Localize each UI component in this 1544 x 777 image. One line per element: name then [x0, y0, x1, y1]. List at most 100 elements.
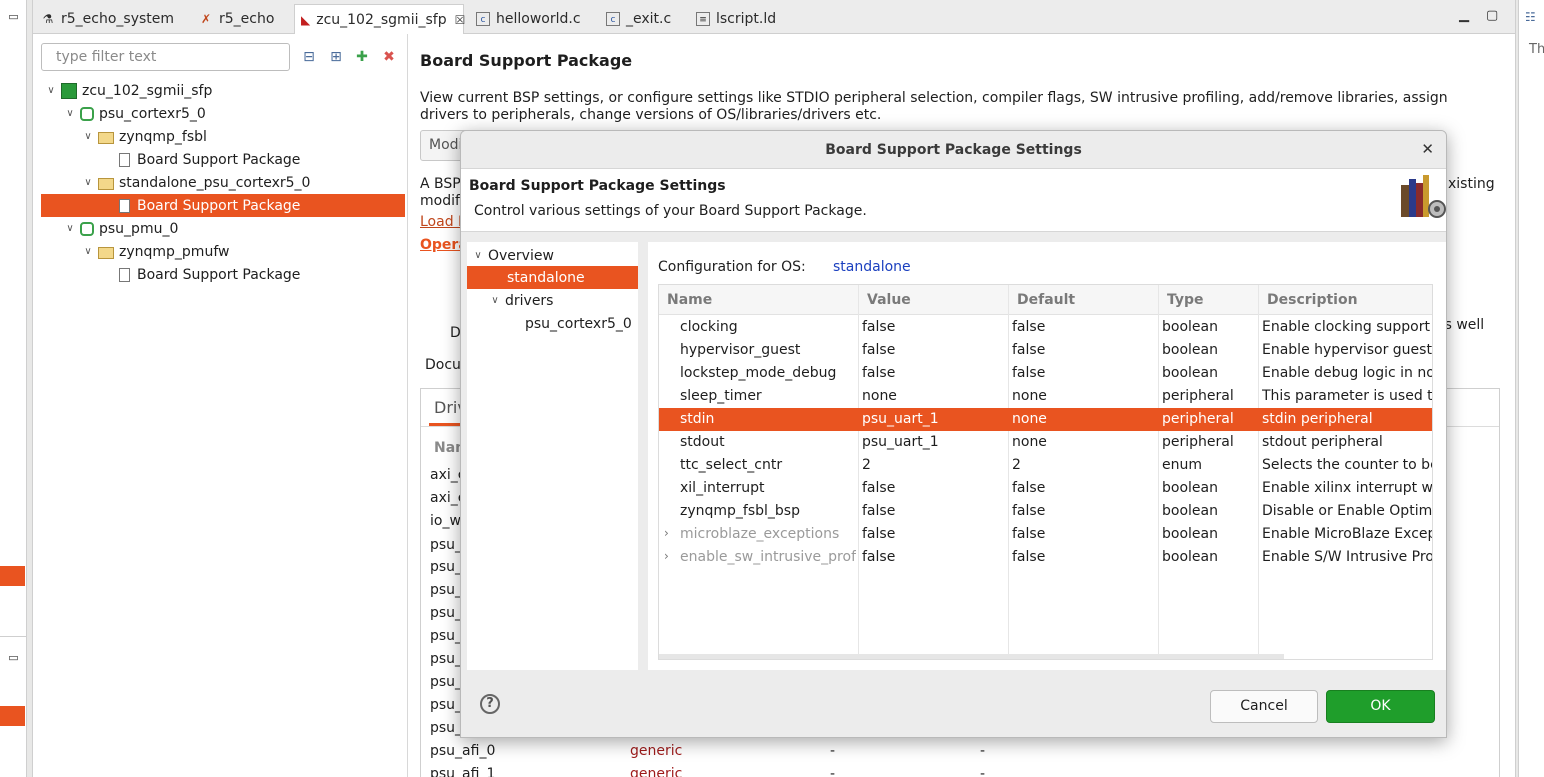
remove-icon[interactable]: ✖	[381, 49, 397, 65]
cell-value[interactable]: false	[862, 480, 1006, 496]
chevron-down-icon[interactable]: ∨	[63, 108, 77, 119]
cell-description: This parameter is used to	[1262, 388, 1432, 404]
cell-value[interactable]: psu_uart_1	[862, 434, 1006, 450]
page-title: Board Support Package	[420, 51, 633, 70]
cell-type: peripheral	[1162, 434, 1234, 450]
config-os-value: standalone	[833, 259, 911, 275]
chevron-right-icon[interactable]: ›	[664, 526, 669, 540]
cell-value[interactable]: false	[862, 526, 1006, 542]
chevron-down-icon[interactable]: ∨	[81, 246, 95, 257]
tree-node-cpu-pmu[interactable]: ∨ psu_pmu_0	[63, 217, 178, 240]
nav-driver-psu-cortexr5[interactable]: psu_cortexr5_0	[525, 312, 632, 335]
tab-helloworld-c[interactable]: c helloworld.c	[470, 4, 600, 34]
nav-standalone[interactable]: standalone	[467, 266, 638, 289]
outline-icon[interactable]: ☷	[1525, 10, 1536, 24]
documentation-label: Docu	[425, 357, 461, 373]
table-row[interactable]: sleep_timer none none peripheral This parame…	[659, 385, 1432, 408]
close-icon[interactable]: ☒	[455, 13, 466, 27]
table-row[interactable]: stdout psu_uart_1 none peripheral stdout per…	[659, 431, 1432, 454]
chevron-down-icon[interactable]: ∨	[63, 223, 77, 234]
cell-type: boolean	[1162, 365, 1218, 381]
expand-all-icon[interactable]: ⊞	[328, 49, 344, 65]
column-type[interactable]: Type	[1167, 292, 1204, 308]
nav-drivers[interactable]: ∨ drivers	[488, 289, 553, 312]
os-configuration-panel: Configuration for OS: standalone Name Va…	[648, 242, 1446, 670]
table-row[interactable]: › enable_sw_intrusive_profi false false bool…	[659, 546, 1432, 569]
table-row[interactable]: zynqmp_fsbl_bsp false false boolean Disable …	[659, 500, 1432, 523]
tree-node-bsp-fsbl[interactable]: Board Support Package	[117, 148, 300, 171]
cell-value[interactable]: false	[862, 319, 1006, 335]
cell-description: Enable debug logic in non-	[1262, 365, 1432, 381]
nav-label: Overview	[488, 247, 554, 264]
column-description[interactable]: Description	[1267, 292, 1358, 308]
cell-value[interactable]: false	[862, 549, 1006, 565]
add-icon[interactable]: ✚	[354, 49, 370, 65]
dialog-window-title: Board Support Package Settings	[825, 142, 1082, 158]
cell-value[interactable]: psu_uart_1	[862, 411, 1006, 427]
tree-node-bsp-standalone[interactable]: Board Support Package	[41, 194, 405, 217]
tab-zcu-102-sgmii-sfp[interactable]: ◣ zcu_102_sgmii_sfp ☒	[294, 4, 466, 34]
horizontal-scrollbar[interactable]	[659, 654, 1284, 659]
driver-row: psu_	[430, 559, 463, 575]
tree-node-platform[interactable]: ∨ zcu_102_sgmii_sfp	[44, 79, 212, 102]
cell-description: Enable clocking support	[1262, 319, 1430, 335]
table-row[interactable]: hypervisor_guest false false boolean Enable …	[659, 339, 1432, 362]
tab-r5-echo-system[interactable]: ⚗ r5_echo_system	[35, 4, 193, 34]
cell-value[interactable]: 2	[862, 457, 1006, 473]
tree-label: zynqmp_pmufw	[119, 243, 230, 260]
cell-value[interactable]: false	[862, 503, 1006, 519]
tree-node-pmufw[interactable]: ∨ zynqmp_pmufw	[81, 240, 229, 263]
driver-row: psu_	[430, 674, 463, 690]
cell-name: stdout	[680, 434, 725, 450]
platform-icon: ◣	[301, 12, 311, 27]
tab-r5-echo[interactable]: ✗ r5_echo	[193, 4, 293, 34]
cell-value[interactable]: false	[862, 365, 1006, 381]
driver-row: psu_afi_1	[430, 766, 496, 777]
document-icon	[119, 152, 130, 167]
nav-overview[interactable]: ∨ Overview	[471, 244, 554, 267]
tab-exit-c[interactable]: c _exit.c	[600, 4, 690, 34]
chevron-right-icon[interactable]: ›	[664, 549, 669, 563]
chevron-down-icon[interactable]: ∨	[44, 85, 58, 96]
chevron-down-icon[interactable]: ∨	[488, 295, 502, 306]
dialog-titlebar[interactable]: Board Support Package Settings ✕	[461, 131, 1446, 169]
cell-value[interactable]: none	[862, 388, 1006, 404]
minimize-editor-icon[interactable]: ▁	[1459, 8, 1469, 23]
chevron-down-icon[interactable]: ∨	[81, 131, 95, 142]
tab-lscript-ld[interactable]: ≡ lscript.ld	[690, 4, 810, 34]
ok-button[interactable]: OK	[1326, 690, 1435, 723]
table-row[interactable]: ttc_select_cntr 2 2 enum Selects the counter…	[659, 454, 1432, 477]
column-default[interactable]: Default	[1017, 292, 1075, 308]
bsp-info-tail: xisting	[1448, 176, 1495, 192]
minimize-icon[interactable]: ▭	[0, 10, 27, 23]
maximize-editor-icon[interactable]: ▢	[1486, 8, 1498, 23]
cell-name: lockstep_mode_debug	[680, 365, 837, 381]
driver-row: io_w	[430, 513, 461, 529]
c-file-icon: c	[606, 12, 620, 26]
chevron-down-icon[interactable]: ∨	[81, 177, 95, 188]
cancel-button[interactable]: Cancel	[1210, 690, 1318, 723]
tree-node-standalone[interactable]: ∨ standalone_psu_cortexr5_0	[81, 171, 310, 194]
table-row[interactable]: clocking false false boolean Enable clocking…	[659, 316, 1432, 339]
table-row[interactable]: › microblaze_exceptions false false boolean E…	[659, 523, 1432, 546]
table-row[interactable]: xil_interrupt false false boolean Enable xil…	[659, 477, 1432, 500]
tree-node-bsp-pmufw[interactable]: Board Support Package	[117, 263, 300, 286]
cell-value[interactable]: false	[862, 342, 1006, 358]
close-icon[interactable]: ✕	[1421, 140, 1434, 158]
panel-splitter[interactable]	[407, 34, 408, 777]
tree-node-cpu-r5[interactable]: ∨ psu_cortexr5_0	[63, 102, 206, 125]
table-row[interactable]: lockstep_mode_debug false false boolean Enab…	[659, 362, 1432, 385]
column-name[interactable]: Name	[667, 292, 712, 308]
cell-type: boolean	[1162, 549, 1218, 565]
column-value[interactable]: Value	[867, 292, 911, 308]
table-row[interactable]: stdin psu_uart_1 none peripheral stdin perip…	[659, 408, 1432, 431]
driver-version: -	[830, 743, 836, 759]
nav-label: psu_cortexr5_0	[525, 315, 632, 332]
chevron-down-icon[interactable]: ∨	[471, 250, 485, 261]
help-icon[interactable]: ?	[480, 694, 500, 714]
tree-filter-input[interactable]	[41, 43, 290, 71]
tree-node-fsbl[interactable]: ∨ zynqmp_fsbl	[81, 125, 207, 148]
collapse-all-icon[interactable]: ⊟	[301, 49, 317, 65]
tree-label: psu_cortexr5_0	[99, 105, 206, 122]
minimize-icon-2[interactable]: ▭	[0, 651, 27, 664]
